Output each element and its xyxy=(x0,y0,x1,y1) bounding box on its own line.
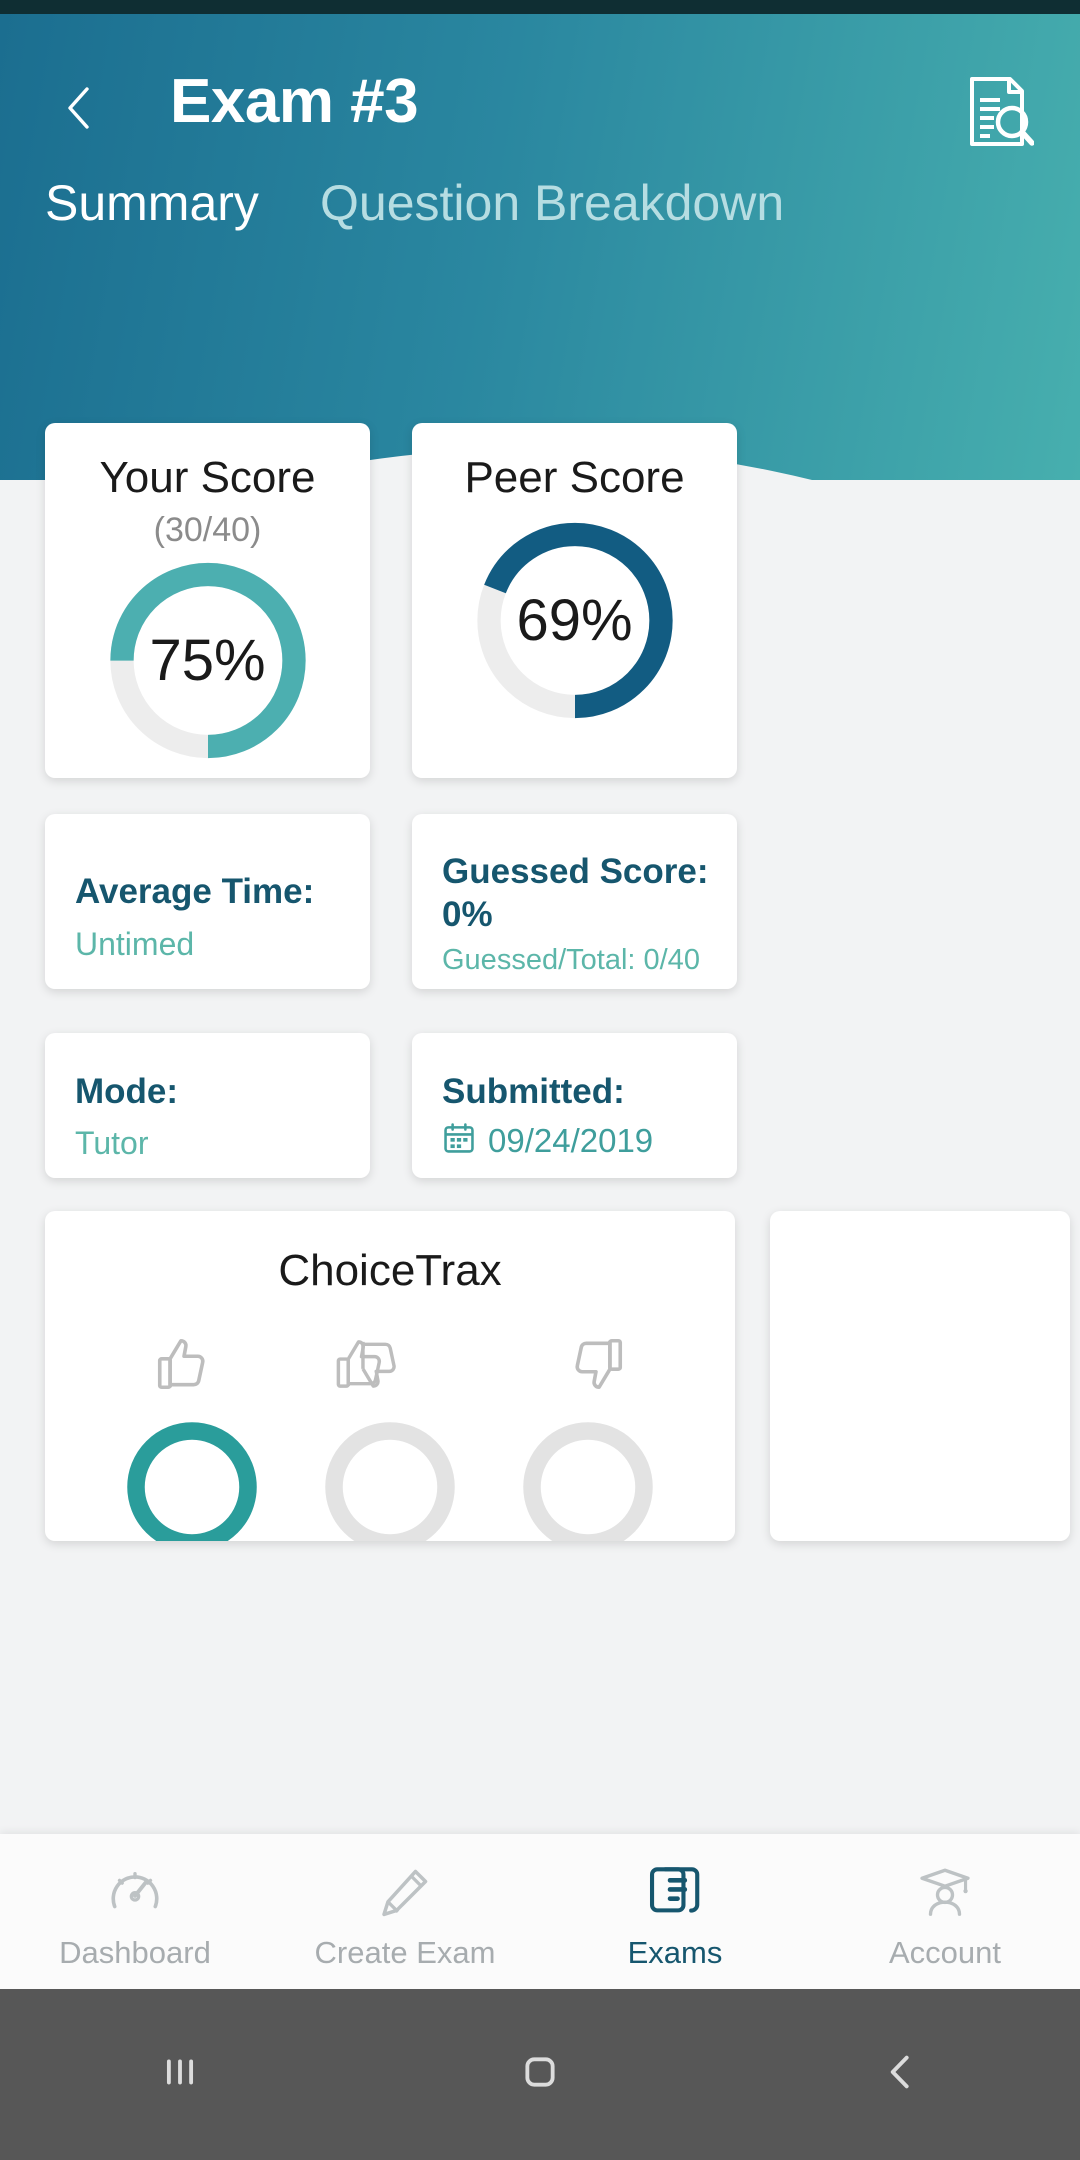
mode-value: Tutor xyxy=(75,1125,149,1161)
back-system-button[interactable] xyxy=(720,1989,1080,2160)
nav-item-exams[interactable]: Exams xyxy=(540,1834,810,1989)
thumbs-up-down-icon xyxy=(331,1333,449,1400)
peer-score-donut-chart: 69% xyxy=(467,513,682,728)
home-icon xyxy=(517,2049,563,2100)
guessed-score-card: Guessed Score: 0% Guessed/Total: 0/40 xyxy=(412,814,737,989)
choicetrax-card: ChoiceTrax xyxy=(45,1211,735,1541)
offscreen-peek-card[interactable] xyxy=(770,1211,1070,1541)
recents-icon xyxy=(157,2049,203,2100)
your-score-percent: 75% xyxy=(149,628,266,693)
scroll-content[interactable]: Your Score (30/40) 75% Peer Score 69% Av… xyxy=(0,14,1080,1834)
speedometer-icon xyxy=(106,1861,164,1923)
your-score-subtitle: (30/40) xyxy=(153,511,262,549)
choicetrax-item-2-icon-slot[interactable] xyxy=(566,1333,628,1400)
average-time-value: Untimed xyxy=(75,926,195,962)
choicetrax-item-0-icon-slot[interactable] xyxy=(152,1333,214,1400)
peer-score-percent: 69% xyxy=(516,588,633,653)
average-time-label: Average Time: xyxy=(75,872,315,911)
nav-item-create-exam[interactable]: Create Exam xyxy=(270,1834,540,1989)
guessed-score-value: 0% xyxy=(442,894,493,934)
peer-score-title: Peer Score xyxy=(464,453,685,502)
choicetrax-title: ChoiceTrax xyxy=(278,1246,502,1295)
thumbs-up-icon xyxy=(152,1333,214,1400)
your-score-title: Your Score xyxy=(99,453,316,502)
nav-item-account[interactable]: Account xyxy=(810,1834,1080,1989)
graduate-icon xyxy=(916,1861,974,1923)
guessed-total-sub: Guessed/Total: 0/40 xyxy=(442,944,700,976)
guessed-score-label-text: Guessed Score: xyxy=(442,852,709,891)
average-time-card: Average Time: Untimed xyxy=(45,814,370,989)
peer-score-card: Peer Score 69% xyxy=(412,423,737,778)
status-bar xyxy=(0,0,1080,14)
choicetrax-item-1-icon-slot[interactable] xyxy=(331,1333,449,1400)
mode-label: Mode: xyxy=(75,1072,179,1111)
your-score-card: Your Score (30/40) 75% xyxy=(45,423,370,778)
nav-label-dashboard: Dashboard xyxy=(59,1934,211,1970)
submitted-date: 09/24/2019 xyxy=(488,1121,654,1159)
calendar-icon xyxy=(442,1121,476,1160)
submitted-value-row: 09/24/2019 xyxy=(442,1121,653,1160)
your-score-donut-chart: 75% xyxy=(100,553,315,768)
guessed-score-label: Guessed Score: 0% xyxy=(442,851,709,936)
choicetrax-item-1-ring xyxy=(320,1417,460,1541)
pencil-icon xyxy=(377,1861,433,1923)
choicetrax-icon-row xyxy=(45,1333,735,1400)
nav-label-exams: Exams xyxy=(627,1934,723,1970)
thumbs-down-icon xyxy=(566,1333,628,1400)
nav-item-dashboard[interactable]: Dashboard xyxy=(0,1834,270,1989)
nav-label-create-exam: Create Exam xyxy=(314,1934,496,1970)
nav-label-account: Account xyxy=(888,1934,1001,1970)
back-icon xyxy=(877,2049,923,2100)
mode-card: Mode: Tutor xyxy=(45,1033,370,1178)
choicetrax-ring-row xyxy=(45,1417,735,1541)
documents-icon xyxy=(646,1861,704,1923)
home-button[interactable] xyxy=(360,1989,720,2160)
choicetrax-item-0-ring xyxy=(122,1417,262,1541)
submitted-label: Submitted: xyxy=(442,1072,625,1111)
choicetrax-item-2-ring xyxy=(518,1417,658,1541)
recents-button[interactable] xyxy=(0,1989,360,2160)
bottom-navigation-bar: Dashboard Create Exam Exams Account xyxy=(0,1834,1080,1989)
submitted-card: Submitted: 09/24/2019 xyxy=(412,1033,737,1178)
android-system-bar xyxy=(0,1989,1080,2160)
